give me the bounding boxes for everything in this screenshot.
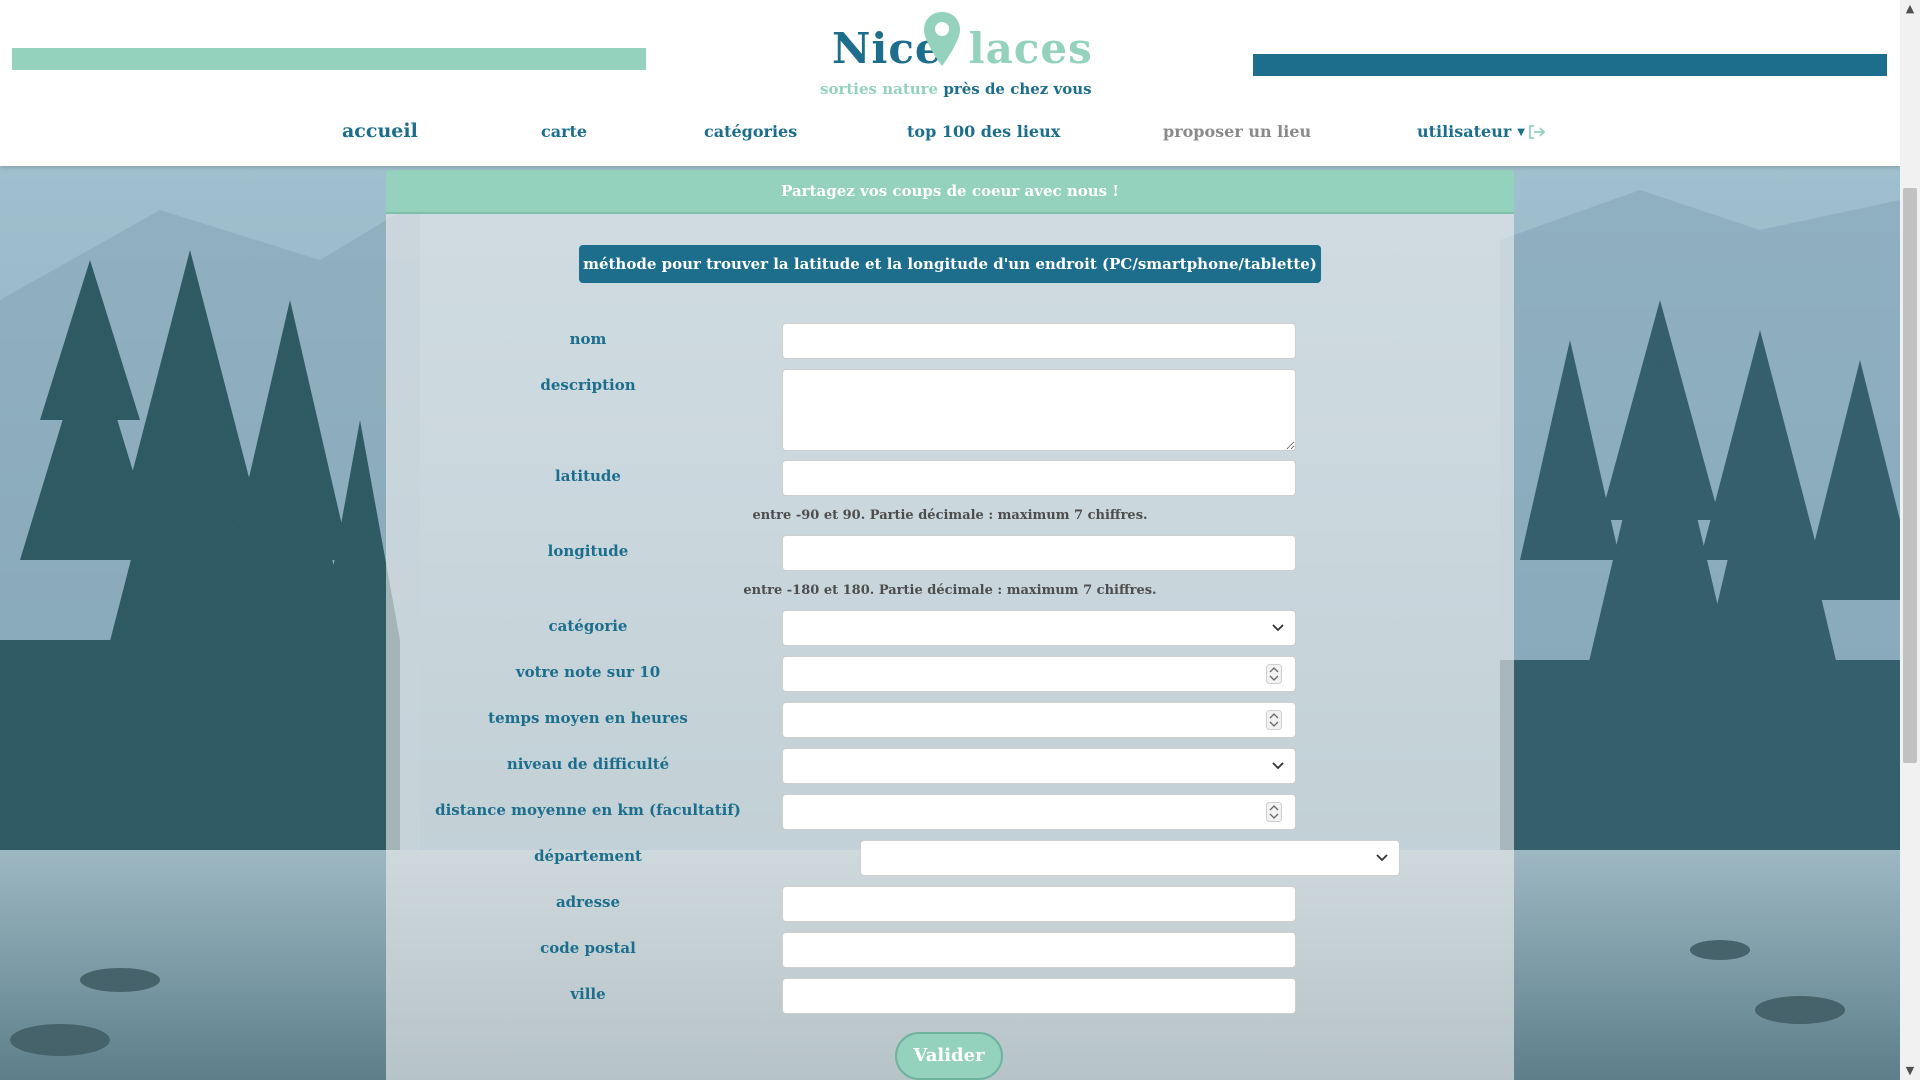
- logo-wordmark: Nice laces: [832, 24, 1093, 73]
- city-input[interactable]: [782, 978, 1296, 1014]
- category-label: catégorie: [548, 617, 628, 635]
- nav-propose-place[interactable]: proposer un lieu: [1163, 122, 1311, 141]
- time-number-input[interactable]: [782, 702, 1296, 738]
- address-input[interactable]: [782, 886, 1296, 922]
- department-select-box[interactable]: [860, 840, 1400, 876]
- department-label: département: [534, 847, 642, 865]
- city-label: ville: [570, 985, 606, 1003]
- rating-label: votre note sur 10: [515, 663, 661, 681]
- address-label: adresse: [555, 893, 621, 911]
- site-logo[interactable]: Nice laces sorties nature près de chez vo…: [820, 8, 1092, 98]
- longitude-hint: entre -180 et 180. Partie décimale : max…: [743, 583, 1157, 598]
- logo-part-2: laces: [968, 24, 1093, 73]
- chevron-down-icon: [1376, 854, 1388, 862]
- nav-map[interactable]: carte: [541, 122, 587, 141]
- propose-place-form-panel: Partagez vos coups de coeur avec nous ! …: [386, 170, 1514, 1080]
- distance-number-input[interactable]: [782, 794, 1296, 830]
- tagline-part-2: près de chez vous: [943, 80, 1092, 98]
- nav-user-label: utilisateur: [1417, 122, 1512, 141]
- spinner-arrows-icon[interactable]: [1266, 664, 1282, 684]
- lat-long-method-button[interactable]: méthode pour trouver la latitude et la l…: [579, 245, 1321, 283]
- logo-tagline: sorties nature près de chez vous: [820, 80, 1092, 98]
- sign-out-icon[interactable]: [1528, 124, 1546, 140]
- distance-input-box[interactable]: [782, 794, 1296, 830]
- postal-code-input[interactable]: [782, 932, 1296, 968]
- page-scrollbar[interactable]: ▲ ▼: [1900, 0, 1920, 1080]
- site-header: Nice laces sorties nature près de chez vo…: [0, 0, 1900, 166]
- difficulty-select[interactable]: [782, 748, 1296, 784]
- department-select[interactable]: [860, 840, 1400, 876]
- longitude-label: longitude: [547, 542, 629, 560]
- time-label: temps moyen en heures: [488, 709, 688, 727]
- scroll-up-arrow-icon[interactable]: ▲: [1900, 0, 1920, 18]
- nav-categories[interactable]: catégories: [704, 122, 797, 141]
- nav-top-100[interactable]: top 100 des lieux: [907, 122, 1060, 141]
- name-label: nom: [569, 330, 607, 348]
- spinner-arrows-icon[interactable]: [1266, 710, 1282, 730]
- panel-title: Partagez vos coups de coeur avec nous !: [386, 170, 1514, 214]
- rating-number-input[interactable]: [782, 656, 1296, 692]
- difficulty-select-box[interactable]: [782, 748, 1296, 784]
- latitude-label: latitude: [555, 467, 621, 485]
- time-input-box[interactable]: [782, 702, 1296, 738]
- caret-down-icon: ▼: [1517, 127, 1525, 138]
- category-select[interactable]: [782, 610, 1296, 646]
- header-accent-bar-left: [12, 48, 646, 70]
- chevron-down-icon: [1272, 624, 1284, 632]
- distance-label: distance moyenne en km (facultatif): [435, 801, 741, 819]
- main-nav: accueil carte catégories top 100 des lie…: [0, 120, 1900, 152]
- submit-button[interactable]: Valider: [895, 1032, 1003, 1080]
- name-input[interactable]: [782, 323, 1296, 359]
- latitude-hint: entre -90 et 90. Partie décimale : maxim…: [752, 508, 1148, 523]
- nav-user-dropdown[interactable]: utilisateur ▼: [1417, 122, 1525, 141]
- tagline-part-1: sorties nature: [820, 80, 939, 98]
- rating-input-box[interactable]: [782, 656, 1296, 692]
- chevron-down-icon: [1272, 762, 1284, 770]
- difficulty-label: niveau de difficulté: [506, 755, 670, 773]
- latitude-input[interactable]: [782, 460, 1296, 496]
- category-select-box[interactable]: [782, 610, 1296, 646]
- map-pin-icon: [924, 12, 960, 66]
- description-label: description: [540, 376, 636, 394]
- postal-code-label: code postal: [540, 939, 636, 957]
- spinner-arrows-icon[interactable]: [1266, 802, 1282, 822]
- scroll-thumb[interactable]: [1903, 188, 1917, 763]
- nav-home[interactable]: accueil: [342, 120, 418, 142]
- longitude-input[interactable]: [782, 535, 1296, 571]
- scroll-down-arrow-icon[interactable]: ▼: [1900, 1062, 1920, 1080]
- header-accent-bar-right: [1253, 54, 1887, 76]
- description-textarea[interactable]: [782, 369, 1296, 451]
